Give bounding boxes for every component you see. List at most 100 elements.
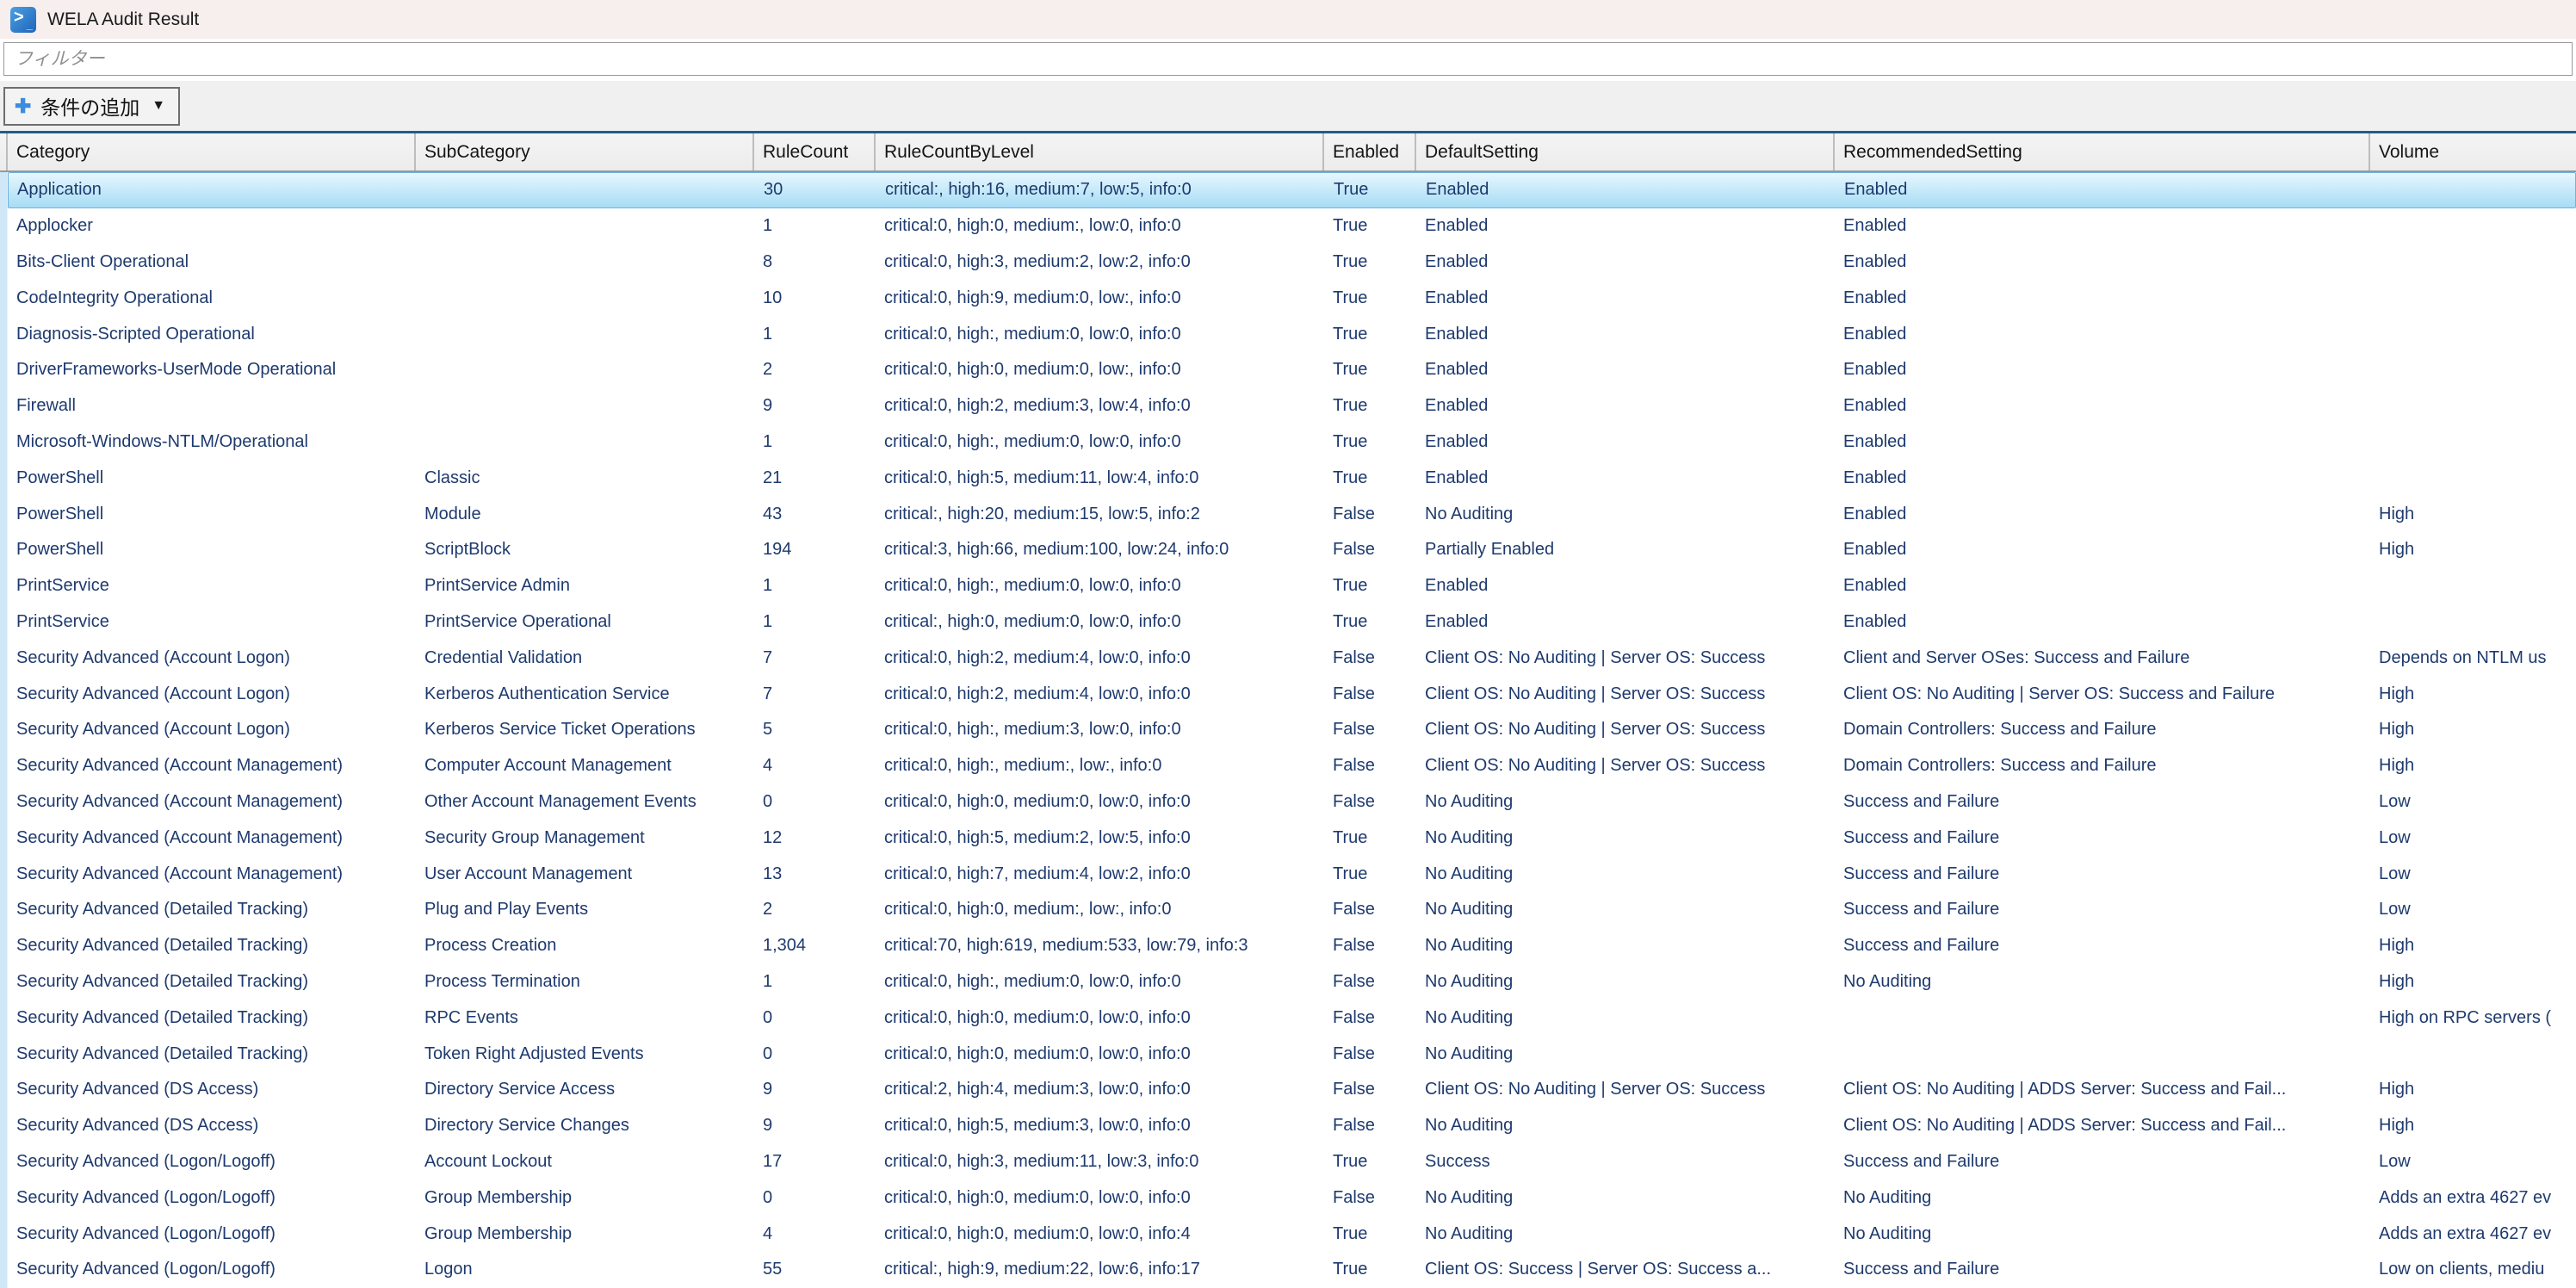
title-bar: > _ WELA Audit Result	[0, 0, 2576, 39]
cell-volume: High	[2370, 496, 2576, 532]
table-row[interactable]: Security Advanced (Logon/Logoff)Group Me…	[8, 1180, 2576, 1216]
table-row[interactable]: Security Advanced (Detailed Tracking)Tok…	[8, 1036, 2576, 1072]
table-row-selected[interactable]: Application30critical:, high:16, medium:…	[8, 172, 2576, 208]
table-row[interactable]: Security Advanced (Account Management)Us…	[8, 856, 2576, 892]
cell-enabled: False	[1324, 676, 1416, 712]
cell-rulecount: 2	[754, 892, 876, 928]
table-row[interactable]: PrintServicePrintService Operational1cri…	[8, 604, 2576, 641]
cell-rulecount: 30	[755, 173, 876, 207]
cell-volume	[2370, 424, 2576, 461]
cell-rulecountbylevel: critical:0, high:, medium:0, low:0, info…	[876, 964, 1324, 1000]
table-row[interactable]: PrintServicePrintService Admin1critical:…	[8, 568, 2576, 604]
cell-enabled: False	[1324, 964, 1416, 1000]
cell-category: Security Advanced (Logon/Logoff)	[8, 1252, 416, 1288]
cell-subcategory: Logon	[416, 1252, 754, 1288]
table-row[interactable]: PowerShellScriptBlock194critical:3, high…	[8, 532, 2576, 568]
cell-subcategory: Account Lockout	[416, 1144, 754, 1180]
cell-subcategory: Credential Validation	[416, 640, 754, 676]
cell-rulecount: 55	[754, 1252, 876, 1288]
table-row[interactable]: Security Advanced (Detailed Tracking)Pro…	[8, 928, 2576, 964]
cell-volume	[2370, 568, 2576, 604]
cell-enabled: True	[1324, 568, 1416, 604]
table-row[interactable]: Security Advanced (Detailed Tracking)RPC…	[8, 1000, 2576, 1036]
cell-volume: High	[2370, 712, 2576, 748]
cell-category: Security Advanced (Detailed Tracking)	[8, 928, 416, 964]
cell-enabled: False	[1324, 712, 1416, 748]
table-row[interactable]: Firewall9critical:0, high:2, medium:3, l…	[8, 388, 2576, 424]
cell-category: Firewall	[8, 388, 416, 424]
table-rows: Application30critical:, high:16, medium:…	[8, 172, 2576, 1288]
cell-category: Security Advanced (DS Access)	[8, 1108, 416, 1144]
table-row[interactable]: Security Advanced (Account Logon)Kerbero…	[8, 676, 2576, 712]
table-row[interactable]: Security Advanced (DS Access)Directory S…	[8, 1108, 2576, 1144]
cell-category: Security Advanced (Detailed Tracking)	[8, 892, 416, 928]
table-row[interactable]: Security Advanced (Detailed Tracking)Pro…	[8, 964, 2576, 1000]
cell-enabled: True	[1324, 424, 1416, 461]
cell-category: CodeIntegrity Operational	[8, 280, 416, 316]
table-row[interactable]: Security Advanced (Detailed Tracking)Plu…	[8, 892, 2576, 928]
table-row[interactable]: Security Advanced (DS Access)Directory S…	[8, 1072, 2576, 1108]
cell-recommendedsetting: Domain Controllers: Success and Failure	[1835, 712, 2370, 748]
column-header-recommendedsetting[interactable]: RecommendedSetting	[1835, 133, 2370, 170]
cell-enabled: True	[1324, 1252, 1416, 1288]
cell-rulecount: 43	[754, 496, 876, 532]
add-condition-button[interactable]: ✚ 条件の追加 ▼	[3, 87, 180, 126]
cell-defaultsetting: Enabled	[1416, 604, 1835, 641]
cell-rulecount: 0	[754, 1180, 876, 1216]
cell-defaultsetting: Enabled	[1416, 424, 1835, 461]
cell-recommendedsetting: Client OS: No Auditing | ADDS Server: Su…	[1835, 1108, 2370, 1144]
column-header-defaultsetting[interactable]: DefaultSetting	[1416, 133, 1835, 170]
cell-rulecount: 13	[754, 856, 876, 892]
column-header-enabled[interactable]: Enabled	[1324, 133, 1416, 170]
cell-enabled: False	[1324, 640, 1416, 676]
cell-defaultsetting: Client OS: No Auditing | Server OS: Succ…	[1416, 748, 1835, 784]
cell-volume	[2370, 352, 2576, 388]
cell-category: DriverFrameworks-UserMode Operational	[8, 352, 416, 388]
table-row[interactable]: Security Advanced (Account Management)Co…	[8, 748, 2576, 784]
table-row[interactable]: Diagnosis-Scripted Operational1critical:…	[8, 316, 2576, 352]
cell-defaultsetting: No Auditing	[1416, 1036, 1835, 1072]
cell-subcategory: Classic	[416, 460, 754, 496]
cell-defaultsetting: Enabled	[1416, 460, 1835, 496]
table-row[interactable]: DriverFrameworks-UserMode Operational2cr…	[8, 352, 2576, 388]
cell-rulecount: 4	[754, 748, 876, 784]
table-row[interactable]: Microsoft-Windows-NTLM/Operational1criti…	[8, 424, 2576, 461]
cell-category: Security Advanced (Logon/Logoff)	[8, 1144, 416, 1180]
cell-enabled: False	[1324, 1072, 1416, 1108]
column-header-category[interactable]: Category	[8, 133, 416, 170]
table-row[interactable]: Security Advanced (Logon/Logoff)Account …	[8, 1144, 2576, 1180]
table-row[interactable]: Security Advanced (Logon/Logoff)Logon55c…	[8, 1252, 2576, 1288]
column-header-rulecount[interactable]: RuleCount	[754, 133, 876, 170]
cell-defaultsetting: Enabled	[1416, 245, 1835, 281]
column-header-rulecountbylevel[interactable]: RuleCountByLevel	[876, 133, 1324, 170]
cell-enabled: False	[1324, 928, 1416, 964]
cell-enabled: True	[1324, 820, 1416, 856]
table-row[interactable]: Applocker1critical:0, high:0, medium:, l…	[8, 208, 2576, 245]
cell-volume	[2370, 245, 2576, 281]
cell-recommendedsetting: Client OS: No Auditing | Server OS: Succ…	[1835, 676, 2370, 712]
filter-input[interactable]	[3, 42, 2573, 76]
cell-recommendedsetting: Client and Server OSes: Success and Fail…	[1835, 640, 2370, 676]
cell-rulecountbylevel: critical:, high:20, medium:15, low:5, in…	[876, 496, 1324, 532]
cell-volume	[2370, 460, 2576, 496]
cell-category: PowerShell	[8, 496, 416, 532]
cell-subcategory: Other Account Management Events	[416, 784, 754, 820]
cell-subcategory: RPC Events	[416, 1000, 754, 1036]
cell-subcategory: Module	[416, 496, 754, 532]
cell-rulecount: 10	[754, 280, 876, 316]
table-row[interactable]: PowerShellClassic21critical:0, high:5, m…	[8, 460, 2576, 496]
cell-rulecount: 194	[754, 532, 876, 568]
table-row[interactable]: Bits-Client Operational8critical:0, high…	[8, 245, 2576, 281]
table-row[interactable]: Security Advanced (Account Logon)Kerbero…	[8, 712, 2576, 748]
table-row[interactable]: Security Advanced (Account Management)Ot…	[8, 784, 2576, 820]
cell-defaultsetting: Client OS: Success | Server OS: Success …	[1416, 1252, 1835, 1288]
table-row[interactable]: PowerShellModule43critical:, high:20, me…	[8, 496, 2576, 532]
cell-volume: High	[2370, 1108, 2576, 1144]
table-row[interactable]: CodeIntegrity Operational10critical:0, h…	[8, 280, 2576, 316]
column-header-subcategory[interactable]: SubCategory	[416, 133, 754, 170]
table-row[interactable]: Security Advanced (Logon/Logoff)Group Me…	[8, 1216, 2576, 1252]
column-header-volume[interactable]: Volume	[2370, 133, 2576, 170]
table-row[interactable]: Security Advanced (Account Logon)Credent…	[8, 640, 2576, 676]
table-row[interactable]: Security Advanced (Account Management)Se…	[8, 820, 2576, 856]
toolbar: ✚ 条件の追加 ▼	[0, 81, 2576, 131]
